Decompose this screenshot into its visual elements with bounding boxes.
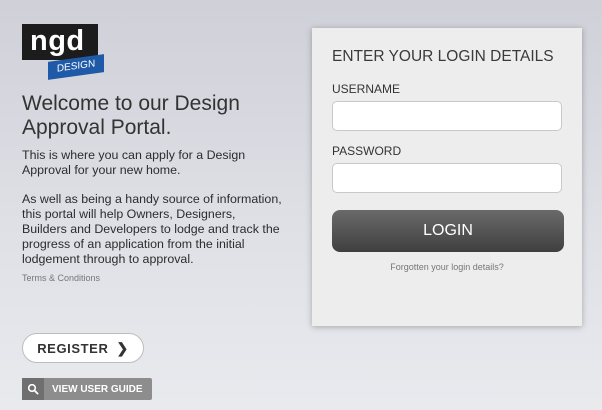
search-icon bbox=[22, 378, 44, 400]
username-label: USERNAME bbox=[332, 82, 401, 96]
forgot-login-link[interactable]: Forgotten your login details? bbox=[332, 262, 562, 272]
view-user-guide-button[interactable]: VIEW USER GUIDE bbox=[22, 378, 152, 400]
login-button[interactable]: LOGIN bbox=[332, 210, 564, 252]
chevron-right-icon: ❯ bbox=[116, 339, 129, 356]
terms-link[interactable]: Terms & Conditions bbox=[22, 273, 282, 283]
register-button[interactable]: REGISTER ❯ bbox=[22, 333, 144, 363]
login-panel: ENTER YOUR LOGIN DETAILS USERNAME PASSWO… bbox=[312, 28, 582, 326]
welcome-heading: Welcome to our Design Approval Portal. bbox=[22, 92, 240, 139]
intro-paragraph: This is where you can apply for a Design… bbox=[22, 148, 246, 177]
intro-section: ngd DESIGN Welcome to our Design Approva… bbox=[22, 24, 282, 400]
user-guide-label: VIEW USER GUIDE bbox=[52, 383, 143, 395]
info-paragraph: As well as being a handy source of infor… bbox=[22, 192, 282, 266]
logo-main-text: ngd bbox=[22, 24, 98, 60]
register-label: REGISTER bbox=[37, 340, 109, 356]
password-field[interactable] bbox=[332, 163, 562, 193]
password-label: PASSWORD bbox=[332, 144, 402, 158]
username-field[interactable] bbox=[332, 101, 562, 131]
ngd-design-logo: ngd DESIGN bbox=[22, 24, 108, 80]
login-title: ENTER YOUR LOGIN DETAILS bbox=[332, 48, 554, 65]
